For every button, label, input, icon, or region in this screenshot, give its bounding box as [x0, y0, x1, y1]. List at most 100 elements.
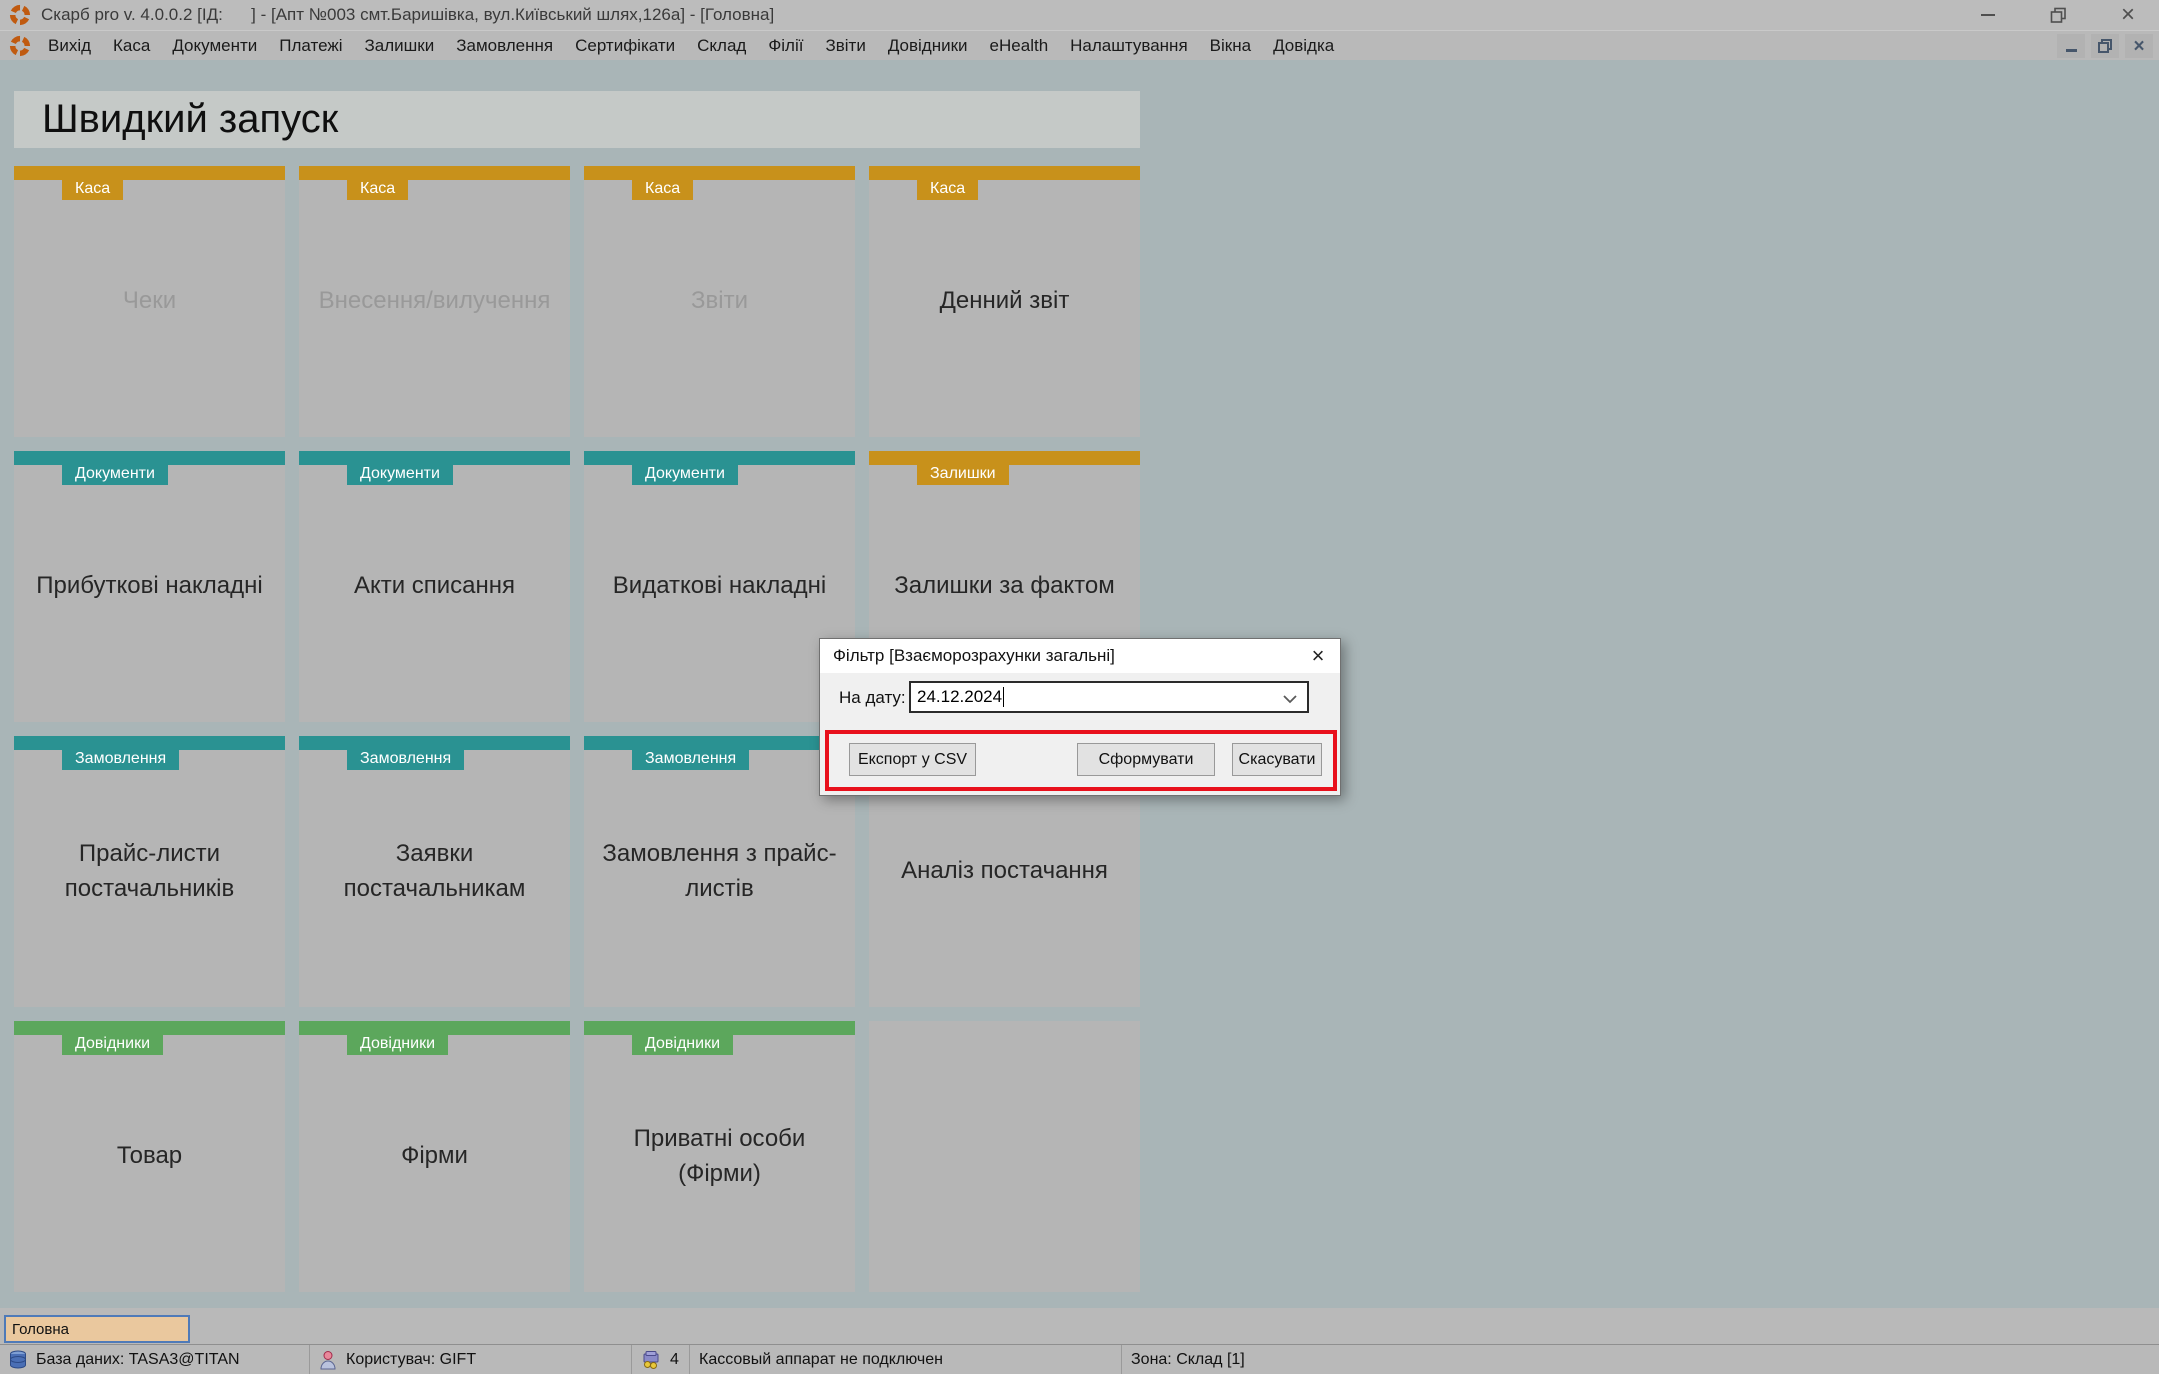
menu-item-nalashtuvannia[interactable]: Налаштування [1059, 31, 1199, 61]
status-cash-message-text: Кассовый аппарат не подключен [699, 1350, 943, 1368]
tile-category-badge: Каса [62, 166, 124, 200]
tile-category-badge: Замовлення [62, 736, 180, 770]
tile-category-badge: Документи [632, 451, 738, 485]
tile-prais-lysty-postachalnykiv[interactable]: Замовлення Прайс-листи постачальників [14, 736, 285, 1007]
status-bar: База даних: TASA3@TITAN Користувач: GIFT… [0, 1344, 2159, 1374]
tile-dennyi-zvit[interactable]: Каса Денний звіт [869, 166, 1140, 437]
tile-pryvatni-osoby-firmy[interactable]: Довідники Приватні особи (Фірми) [584, 1021, 855, 1292]
page-title: Швидкий запуск [42, 97, 339, 141]
tile-zvity[interactable]: Каса Звіти [584, 166, 855, 437]
tile-label: Денний звіт [939, 287, 1070, 315]
tile-zamovlennia-z-prais-lystiv[interactable]: Замовлення Замовлення з прайс-листів [584, 736, 855, 1007]
tile-category-badge: Документи [347, 451, 453, 485]
menubar: Вихід Каса Документи Платежі Залишки Зам… [0, 30, 2159, 60]
user-icon [320, 1350, 336, 1369]
status-database: База даних: TASA3@TITAN [0, 1345, 310, 1374]
tile-vnesennia-vyluchennia[interactable]: Каса Внесення/вилучення [299, 166, 570, 437]
status-user: Користувач: GIFT [310, 1345, 632, 1374]
tile-vydatkovi-nakladni[interactable]: Документи Видаткові накладні [584, 451, 855, 722]
menu-item-platezhi[interactable]: Платежі [268, 31, 353, 61]
tile-cheky[interactable]: Каса Чеки [14, 166, 285, 437]
tile-label: Звіти [691, 287, 748, 315]
tile-category-badge: Довідники [347, 1021, 449, 1055]
status-zone: Зона: Склад [1] [1122, 1345, 2159, 1374]
text-cursor [1003, 687, 1005, 707]
menu-items: Вихід Каса Документи Платежі Залишки Зам… [37, 31, 1345, 61]
window-titlebar: Скарб pro v. 4.0.0.2 [ІД: ] - [Апт №003 … [0, 0, 2159, 30]
status-cash-message: Кассовый аппарат не подключен [690, 1345, 1122, 1374]
tile-label: Видаткові накладні [612, 572, 827, 600]
tile-category-badge: Документи [62, 451, 168, 485]
cancel-button[interactable]: Скасувати [1232, 743, 1322, 776]
tile-label: Товар [116, 1142, 183, 1170]
restore-icon[interactable] [2043, 0, 2073, 30]
tile-akty-spysannia[interactable]: Документи Акти списання [299, 451, 570, 722]
tile-category-badge: Каса [347, 166, 409, 200]
tile-label: Аналіз постачання [901, 857, 1108, 885]
menu-item-zvity[interactable]: Звіти [814, 31, 876, 61]
tile-category-badge: Каса [632, 166, 694, 200]
tile-label: Акти списання [353, 572, 516, 600]
tile-firmy[interactable]: Довідники Фірми [299, 1021, 570, 1292]
tile-zaiavky-postachalnykam[interactable]: Замовлення Заявки постачальникам [299, 736, 570, 1007]
close-icon[interactable]: × [2113, 0, 2143, 30]
menu-item-dovidnyky[interactable]: Довідники [877, 31, 979, 61]
tile-tovar[interactable]: Довідники Товар [14, 1021, 285, 1292]
menu-item-kasa[interactable]: Каса [102, 31, 161, 61]
menu-item-dokumenty[interactable]: Документи [161, 31, 268, 61]
menu-item-zalyshky[interactable]: Залишки [354, 31, 446, 61]
tile-category-badge: Залишки [917, 451, 1009, 485]
status-cash-count: 4 [632, 1345, 690, 1374]
tile-label: Фірми [401, 1142, 468, 1170]
status-user-text: Користувач: GIFT [346, 1350, 477, 1368]
chevron-down-icon[interactable] [1282, 691, 1298, 707]
tab-holovna[interactable]: Головна [4, 1315, 190, 1343]
tile-strip [584, 166, 855, 180]
status-cash-count-text: 4 [670, 1350, 679, 1368]
filter-dialog: Фільтр [Взаєморозрахунки загальні] × На … [819, 638, 1341, 796]
dialog-close-icon[interactable]: × [1296, 639, 1340, 673]
menu-item-vikna[interactable]: Вікна [1199, 31, 1262, 61]
status-database-text: База даних: TASA3@TITAN [36, 1350, 240, 1368]
mdi-close-icon[interactable]: × [2125, 34, 2153, 58]
tile-label: Приватні особи (Фірми) [633, 1124, 806, 1187]
tile-category-badge: Каса [917, 166, 979, 200]
tile-label: Замовлення з прайс-листів [602, 839, 837, 902]
cash-register-icon [643, 1350, 659, 1369]
mdi-minimize-icon[interactable] [2057, 34, 2085, 58]
tile-category-badge: Довідники [62, 1021, 164, 1055]
tile-strip [14, 166, 285, 180]
tile-empty [869, 1021, 1140, 1292]
app-logo-icon-small [9, 35, 31, 56]
date-value: 24.12.2024 [917, 687, 1003, 706]
status-zone-text: Зона: Склад [1] [1131, 1350, 1245, 1368]
tile-label: Чеки [122, 287, 177, 315]
menu-item-ehealth[interactable]: eHealth [979, 31, 1060, 61]
mdi-restore-icon[interactable] [2091, 34, 2119, 58]
quick-launch-header: Швидкий запуск [14, 91, 1140, 148]
database-icon [10, 1350, 26, 1368]
date-field-label: На дату: [839, 688, 906, 707]
menu-item-dovidka[interactable]: Довідка [1262, 31, 1345, 61]
menu-item-zamovlennia[interactable]: Замовлення [445, 31, 564, 61]
menu-item-filii[interactable]: Філії [757, 31, 814, 61]
tile-prybutkovi-nakladni[interactable]: Документи Прибуткові накладні [14, 451, 285, 722]
window-title: Скарб pro v. 4.0.0.2 [ІД: ] - [Апт №003 … [41, 5, 775, 24]
filter-dialog-title: Фільтр [Взаєморозрахунки загальні] [833, 646, 1115, 665]
app-logo-icon [9, 4, 31, 26]
generate-button[interactable]: Сформувати [1077, 743, 1215, 776]
menu-item-sertyfikaty[interactable]: Сертифікати [564, 31, 686, 61]
tile-category-badge: Довідники [632, 1021, 734, 1055]
tile-category-badge: Замовлення [347, 736, 465, 770]
tile-category-badge: Замовлення [632, 736, 750, 770]
minimize-icon[interactable] [1973, 0, 2003, 30]
menu-item-sklad[interactable]: Склад [686, 31, 757, 61]
menu-item-vyhid[interactable]: Вихід [37, 31, 102, 61]
tile-strip [869, 166, 1140, 180]
date-combobox[interactable]: 24.12.2024 [909, 681, 1309, 713]
filter-dialog-titlebar[interactable]: Фільтр [Взаєморозрахунки загальні] × [820, 639, 1340, 673]
tile-label: Заявки постачальникам [343, 839, 526, 902]
tile-strip [299, 166, 570, 180]
tile-label: Залишки за фактом [894, 572, 1115, 600]
export-csv-button[interactable]: Експорт у CSV [849, 743, 976, 776]
